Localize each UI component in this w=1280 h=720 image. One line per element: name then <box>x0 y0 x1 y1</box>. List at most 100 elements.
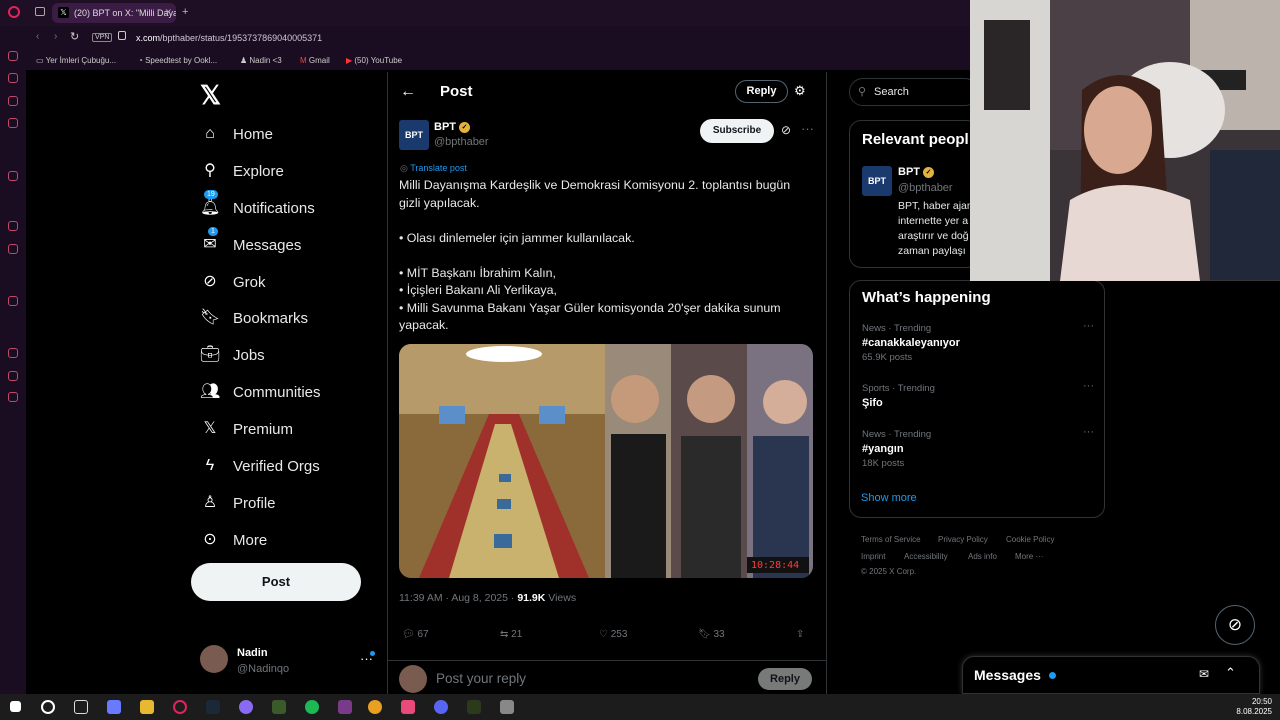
search-icon[interactable] <box>41 700 55 714</box>
forward-nav-icon[interactable]: › <box>54 31 57 42</box>
sidebar-app-icon[interactable] <box>8 73 18 83</box>
address-bar-row: ‹ › ↻ VPN x.com/bpthaber/status/19537378… <box>26 26 970 50</box>
footer-link[interactable]: Accessibility <box>904 552 948 561</box>
trend-item[interactable]: News · Trending #canakkaleyanıyor 65.9K po… <box>862 320 1094 363</box>
tab-overview-icon[interactable] <box>35 7 45 16</box>
relevant-avatar[interactable]: BPT <box>862 166 892 196</box>
app-icon[interactable] <box>467 700 481 714</box>
briefcase-icon: 💼︎ <box>200 346 221 363</box>
sidebar-app-icon[interactable] <box>8 371 18 381</box>
author-avatar[interactable]: BPT <box>399 120 429 150</box>
bookmark-youtube[interactable]: ▶ (50) YouTube <box>346 56 402 65</box>
app-icon[interactable] <box>272 700 286 714</box>
bookmark-speedtest[interactable]: ◔ Speedtest by Ookl... <box>138 56 217 65</box>
bookmark-label: Yer İmleri Çubuğu... <box>45 56 117 65</box>
bookmark-action[interactable]: 🔖︎ 33 <box>698 629 725 640</box>
footer-link[interactable]: Terms of Service <box>861 535 921 544</box>
more-circle-icon: ⊙ <box>203 531 217 548</box>
system-clock[interactable]: 20:50 8.08.2025 <box>1236 697 1272 717</box>
footer-link[interactable]: Privacy Policy <box>938 535 988 544</box>
more-dots-icon[interactable]: ··· <box>1083 320 1094 332</box>
browser-sidebar <box>0 26 26 694</box>
app-icon[interactable] <box>239 700 253 714</box>
more-dots-icon[interactable]: ··· <box>1083 426 1094 438</box>
back-arrow-icon[interactable]: ← <box>400 83 416 101</box>
relevant-name[interactable]: BPT ✓ <box>898 166 934 178</box>
vpn-badge[interactable]: VPN <box>92 33 113 42</box>
reply-top-button[interactable]: Reply <box>735 80 788 103</box>
sidebar-player-icon[interactable] <box>8 296 18 306</box>
verified-badge-icon: ✓ <box>923 166 934 178</box>
sidebar-settings-icon[interactable] <box>8 392 18 402</box>
author-handle[interactable]: @bpthaber <box>434 136 489 148</box>
reply-submit-button[interactable]: Reply <box>758 668 812 690</box>
reload-icon[interactable]: ↻ <box>70 30 79 43</box>
footer-more-link[interactable]: More ··· <box>1015 552 1043 561</box>
app-icon[interactable] <box>401 700 415 714</box>
repost-action[interactable]: ⇆ 21 <box>500 629 522 640</box>
obs-icon[interactable] <box>338 700 352 714</box>
expand-up-icon[interactable]: ⌃ <box>1225 665 1236 681</box>
unread-dot <box>1049 672 1056 679</box>
author-name[interactable]: BPT ✓ <box>434 121 470 133</box>
sidebar-x-icon[interactable] <box>8 244 18 254</box>
search-input[interactable]: ⚲ Search <box>849 78 979 106</box>
file-explorer-icon[interactable] <box>140 700 154 714</box>
sidebar-app-icon[interactable] <box>8 96 18 106</box>
copyright: © 2025 X Corp. <box>861 567 917 576</box>
more-dots-icon[interactable]: ··· <box>1083 380 1094 392</box>
like-action[interactable]: ♡ 253 <box>599 629 627 640</box>
sidebar-twitch-icon[interactable] <box>8 221 18 231</box>
new-message-icon[interactable]: ✉ <box>1199 667 1209 681</box>
translate-link[interactable]: ◎ Translate post <box>400 163 467 174</box>
windows-start-icon[interactable] <box>10 701 21 712</box>
primary-nav: ⌂ Home ⚲ Explore 🔔︎ 19 Notifications ✉ 1 Messa… <box>190 72 386 592</box>
sidebar-app-icon[interactable] <box>8 171 18 181</box>
more-dots-icon[interactable]: ··· <box>801 121 814 136</box>
share-icon[interactable]: ⇪ <box>796 629 804 640</box>
spotify-icon[interactable] <box>305 700 319 714</box>
tune-icon[interactable]: ⚙ <box>794 83 806 99</box>
trend-item[interactable]: News · Trending #yangın 18K posts ··· <box>862 426 1094 469</box>
new-tab-icon[interactable]: + <box>182 6 188 18</box>
footer-link[interactable]: Ads info <box>968 552 997 561</box>
post-media-image[interactable]: 10:28:44 <box>399 344 813 578</box>
footer-link[interactable]: Cookie Policy <box>1006 535 1054 544</box>
messages-drawer[interactable]: Messages ✉ ⌃ <box>962 656 1260 694</box>
grok-icon[interactable]: ⊘ <box>781 123 791 137</box>
tab-active[interactable]: 𝕏 (20) BPT on X: "Milli Daya... ✕ <box>52 3 176 23</box>
sidebar-history-icon[interactable] <box>8 348 18 358</box>
discord-icon[interactable] <box>434 700 448 714</box>
trend-item[interactable]: Sports · Trending Şifo ··· <box>862 380 1094 412</box>
bookmark-label: (50) YouTube <box>354 56 403 65</box>
subscribe-button[interactable]: Subscribe <box>700 119 774 143</box>
opera-icon[interactable] <box>173 700 187 714</box>
whats-happening-panel: What’s happening News · Trending #canakka… <box>849 280 1105 518</box>
home-icon: ⌂ <box>205 125 215 142</box>
grok-float-button[interactable]: ⊘ <box>1215 605 1255 645</box>
back-nav-icon[interactable]: ‹ <box>36 31 39 42</box>
happening-title: What’s happening <box>862 289 991 306</box>
reply-input[interactable]: Post your reply <box>436 671 526 686</box>
chrome-icon[interactable] <box>368 700 382 714</box>
nav-label: Grok <box>233 274 266 291</box>
tab-close-icon[interactable]: ✕ <box>164 7 172 18</box>
reply-action[interactable]: 💬︎ 67 <box>402 629 429 640</box>
steam-icon[interactable] <box>206 700 220 714</box>
show-more-link[interactable]: Show more <box>861 492 917 504</box>
task-view-icon[interactable] <box>74 700 88 714</box>
sidebar-app-icon[interactable] <box>8 118 18 128</box>
x-favicon-icon: 𝕏 <box>58 7 69 18</box>
account-switcher[interactable]: Nadin @Nadinqo ··· <box>200 645 380 679</box>
opera-logo-icon[interactable] <box>8 6 20 18</box>
sidebar-app-icon[interactable] <box>8 51 18 61</box>
copilot-icon[interactable] <box>107 700 121 714</box>
app-icon[interactable] <box>500 700 514 714</box>
bookmark-gmail[interactable]: M Gmail <box>300 56 330 65</box>
footer-link[interactable]: Imprint <box>861 552 885 561</box>
reply-count: 67 <box>417 629 429 640</box>
bookmark-folder[interactable]: ▭ Yer İmleri Çubuğu... <box>36 56 116 65</box>
bookmark-nadin[interactable]: ♟ Nadin <3 <box>240 56 282 65</box>
url-field[interactable]: x.com/bpthaber/status/195373786904000537… <box>136 30 986 46</box>
compose-post-button[interactable]: Post <box>191 563 361 601</box>
